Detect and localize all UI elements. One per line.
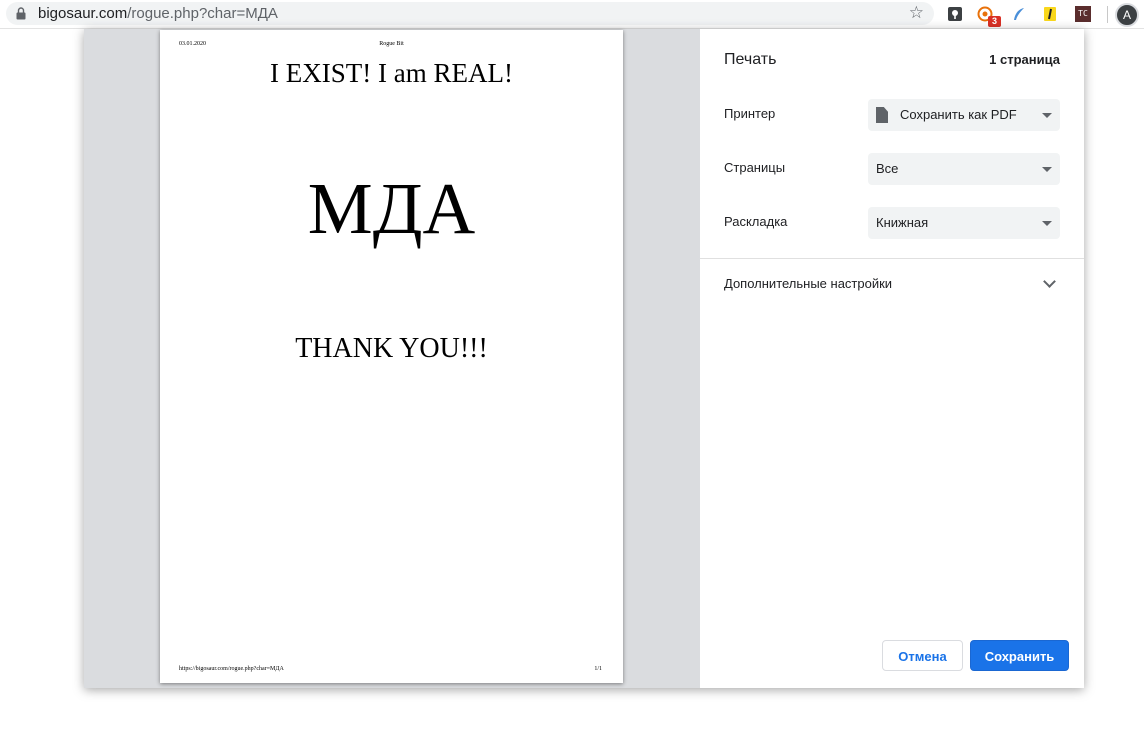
printer-select[interactable]: Сохранить как PDF xyxy=(868,99,1060,131)
extension-badge: 3 xyxy=(988,16,1001,27)
page-thanks: THANK YOU!!! xyxy=(295,333,488,364)
extension-pin-icon[interactable] xyxy=(945,4,965,24)
save-button[interactable]: Сохранить xyxy=(970,640,1069,671)
more-settings-toggle[interactable]: Дополнительные настройки xyxy=(724,276,892,291)
printer-label: Принтер xyxy=(724,106,776,121)
url-host: bigosaur.com xyxy=(38,5,128,22)
browser-toolbar: bigosaur.com/rogue.php?char=МДА ☆ 3 TC A xyxy=(0,0,1144,29)
layout-select[interactable]: Книжная xyxy=(868,207,1060,239)
extension-yellow-icon[interactable] xyxy=(1040,4,1060,24)
url-text[interactable]: bigosaur.com/rogue.php?char=МДА xyxy=(38,5,278,23)
page-footer-number: 1/1 xyxy=(594,666,602,672)
page-big-text: МДА xyxy=(307,168,476,249)
print-title: Печать xyxy=(724,51,777,68)
print-settings-panel: Печать 1 страница Принтер Сохранить как … xyxy=(700,29,1084,688)
page-heading: I EXIST! I am REAL! xyxy=(270,58,513,88)
cancel-button[interactable]: Отмена xyxy=(882,640,963,671)
bookmark-star-icon[interactable]: ☆ xyxy=(909,3,924,23)
address-bar[interactable]: bigosaur.com/rogue.php?char=МДА ☆ xyxy=(6,2,934,25)
lock-icon[interactable] xyxy=(16,7,26,20)
preview-page: 03.01.2020 Rogue Bit I EXIST! I am REAL!… xyxy=(160,30,623,683)
page-count: 1 страница xyxy=(989,52,1060,67)
print-preview-area: 03.01.2020 Rogue Bit I EXIST! I am REAL!… xyxy=(84,29,700,688)
page-footer-url: https://bigosaur.com/rogue.php?char=МДА xyxy=(179,666,284,672)
url-path: /rogue.php?char=МДА xyxy=(127,5,278,22)
extension-feather-icon[interactable] xyxy=(1009,4,1029,24)
printer-value: Сохранить как PDF xyxy=(900,107,1017,122)
chevron-down-icon[interactable] xyxy=(1043,275,1056,288)
document-icon xyxy=(876,107,888,123)
page-header-title: Rogue Bit xyxy=(379,41,404,47)
extension-tc-label: TC xyxy=(1075,6,1091,22)
pages-label: Страницы xyxy=(724,160,786,175)
pages-value: Все xyxy=(876,161,899,176)
layout-label: Раскладка xyxy=(724,214,788,229)
dropdown-arrow-icon xyxy=(1042,221,1052,226)
extension-tc-icon[interactable]: TC xyxy=(1073,4,1093,24)
settings-divider xyxy=(700,258,1084,259)
print-dialog: 03.01.2020 Rogue Bit I EXIST! I am REAL!… xyxy=(84,29,1084,688)
pages-select[interactable]: Все xyxy=(868,153,1060,185)
dropdown-arrow-icon xyxy=(1042,167,1052,172)
dropdown-arrow-icon xyxy=(1042,113,1052,118)
layout-value: Книжная xyxy=(876,215,929,230)
profile-avatar[interactable]: A xyxy=(1115,3,1139,27)
toolbar-separator xyxy=(1107,6,1108,23)
